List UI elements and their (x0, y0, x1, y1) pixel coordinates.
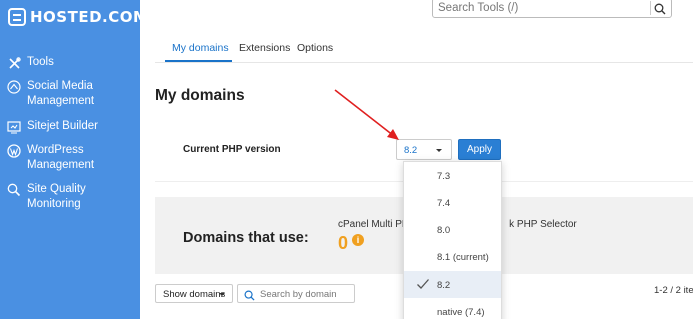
tabs-divider (155, 62, 693, 63)
domains-that-use-heading: Domains that use: (183, 230, 309, 246)
domain-count[interactable]: 0 (338, 233, 348, 254)
php-option[interactable]: 7.3 (404, 162, 501, 189)
caret-down-icon (436, 149, 442, 152)
sidebar-item-tools[interactable]: Tools (7, 55, 137, 70)
sidebar-item-site-quality[interactable]: Site Quality Monitoring (7, 182, 137, 212)
sidebar-item-label: Site Quality Monitoring (27, 183, 86, 210)
search-icon[interactable] (654, 2, 666, 20)
sidebar-item-wordpress[interactable]: WordPress Management (7, 143, 137, 173)
page-title: My domains (155, 87, 245, 104)
php-option[interactable]: 8.0 (404, 216, 501, 243)
sidebar-item-label: Tools (27, 56, 54, 68)
sitejet-icon (7, 120, 21, 134)
php-version-select[interactable]: 8.2 (396, 139, 452, 160)
php-option[interactable]: 8.1 (current) (404, 243, 501, 270)
php-version-dropdown: 7.3 7.4 8.0 8.1 (current) 8.2 native (7.… (403, 161, 502, 319)
php-version-value: 8.2 (404, 145, 418, 156)
social-media-icon (7, 80, 21, 94)
wordpress-icon (7, 144, 21, 158)
tab-options[interactable]: Options (297, 42, 333, 54)
server-icon (8, 8, 26, 26)
brand-logo[interactable]: HOSTED.COM (8, 8, 148, 26)
pagination-info: 1-2 / 2 ite (654, 285, 693, 296)
domain-search-input[interactable]: Search by domain (237, 284, 355, 303)
tab-extensions[interactable]: Extensions (239, 42, 290, 54)
php-option-selected[interactable]: 8.2 (404, 271, 501, 298)
sidebar-item-label: Sitejet Builder (27, 120, 98, 132)
sidebar-item-social-media[interactable]: Social Media Management (7, 79, 137, 109)
sidebar-item-sitejet[interactable]: Sitejet Builder (7, 119, 137, 134)
sidebar: HOSTED.COM Tools Social Media Management… (0, 0, 148, 319)
site-quality-icon (7, 183, 21, 197)
search-input[interactable]: Search Tools (/) (432, 0, 672, 18)
sidebar-item-label: Social Media Management (27, 80, 95, 107)
tools-icon (7, 56, 21, 70)
apply-button[interactable]: Apply (458, 139, 501, 160)
php-option[interactable]: 7.4 (404, 189, 501, 216)
info-icon[interactable]: i (352, 234, 364, 246)
sidebar-item-label: WordPress Management (27, 144, 95, 171)
search-divider (650, 1, 651, 15)
caret-down-icon (219, 293, 225, 296)
show-domains-label: Show domains (163, 289, 226, 300)
domain-search-placeholder: Search by domain (260, 289, 337, 300)
php-option[interactable]: native (7.4) (404, 298, 501, 319)
tab-my-domains[interactable]: My domains (172, 42, 229, 54)
php-version-label: Current PHP version (183, 144, 281, 155)
search-icon (244, 288, 255, 306)
search-placeholder: Search Tools (/) (438, 2, 519, 14)
brand-name: HOSTED.COM (30, 8, 149, 26)
show-domains-dropdown[interactable]: Show domains (155, 284, 233, 303)
checkmark-icon (416, 278, 430, 293)
